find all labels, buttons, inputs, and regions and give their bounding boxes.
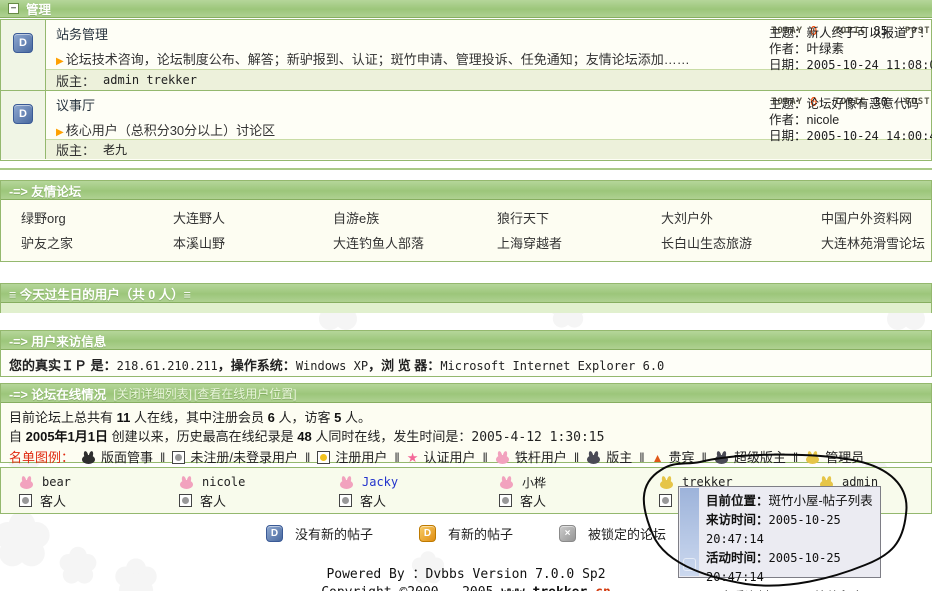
guest-label: 客人 <box>40 491 66 510</box>
last-topic-link[interactable]: 论坛好像有恶意代码 <box>807 97 920 111</box>
category-header-bar: − 管理 <box>0 0 932 18</box>
online-user: nicole 客人 <box>179 473 334 509</box>
friend-forums-section: -=> 友情论坛 绿野org 大连野人 自游e族 狼行天下 大刘户外 中国户外资… <box>0 180 932 262</box>
loyal-user-bunny-icon <box>495 451 510 464</box>
locked-forum-icon: × <box>559 525 576 542</box>
friend-forum-link[interactable]: 本溪山野 <box>173 233 333 252</box>
guest-label: 客人 <box>200 491 226 510</box>
visitor-info-section: -=> 用户来访信息 您的真实ＩＰ 是：218.61.210.211，操作系统：… <box>0 330 932 377</box>
friend-forum-link[interactable]: 长白山生态旅游 <box>661 233 821 252</box>
last-author-link[interactable]: 叶绿素 <box>807 42 845 56</box>
friend-forums-header: -=> 友情论坛 <box>1 181 931 200</box>
arrow-bullet-icon: ▶ <box>56 56 64 67</box>
online-status-header: -=> 论坛在线情况 [关闭详细列表] [查看在线用户位置] <box>1 384 931 403</box>
close-detail-list-link[interactable]: [关闭详细列表] <box>113 385 192 402</box>
vip-triangle-icon: ▲ <box>652 452 664 464</box>
user-hover-tooltip: 目前位置：斑竹小屋-帖子列表 来访时间：2005-10-25 20:47:14 … <box>678 486 881 578</box>
guest-label: 客人 <box>360 491 386 510</box>
admin-bunny-icon <box>805 451 820 464</box>
category-title[interactable]: 管理 <box>26 0 51 18</box>
visitor-ip-line: 您的真实ＩＰ 是：218.61.210.211，操作系统：Windows XP，… <box>1 350 931 374</box>
certified-user-star-icon: ★ <box>407 451 419 464</box>
friend-forum-link[interactable]: 狼行天下 <box>497 208 661 227</box>
unregistered-user-icon <box>172 451 185 464</box>
moderators[interactable]: 老九 <box>103 141 127 158</box>
super-moderator-bunny-icon <box>714 451 729 464</box>
forum-link[interactable]: 议事厅 <box>56 98 95 113</box>
last-post-info: 主题：论坛好像有恶意代码 作者：nicole 日期：2005-10-24 14:… <box>769 96 932 144</box>
user-group-icon <box>499 476 514 489</box>
moderator-bunny-icon <box>586 451 601 464</box>
online-status-section: -=> 论坛在线情况 [关闭详细列表] [查看在线用户位置] 目前论坛上总共有 … <box>0 383 932 463</box>
new-posts-icon: D <box>419 525 436 542</box>
guest-icon <box>19 494 32 507</box>
moderators[interactable]: admin trekker <box>103 73 197 87</box>
online-count-line: 目前论坛上总共有 11 人在线，其中注册会员 6 人，访客 5 人。 <box>9 408 923 427</box>
last-post-info: 主题：新人终于可以报道了！ 作者：叶绿素 日期：2005-10-24 11:08… <box>769 25 932 73</box>
user-name-link[interactable]: nicole <box>202 475 245 489</box>
guest-label: 客人 <box>520 491 546 510</box>
collapse-icon[interactable]: − <box>8 3 19 14</box>
no-new-posts-icon: D <box>13 104 33 124</box>
friend-forum-link[interactable]: 大连林苑滑雪论坛 <box>821 233 931 252</box>
friend-forum-link[interactable]: 自游e族 <box>333 208 497 227</box>
forum-page: − 管理 D 站务管理 ▶论坛技术咨询，论坛制度公布、解答；新驴报到、认证；斑竹… <box>0 0 932 591</box>
registered-user-icon <box>317 451 330 464</box>
divider <box>0 168 932 170</box>
visitor-info-header: -=> 用户来访信息 <box>1 331 931 350</box>
online-user: 小桦 客人 <box>499 473 654 509</box>
guest-icon <box>179 494 192 507</box>
user-name-link[interactable]: bear <box>42 475 71 489</box>
no-new-posts-icon: D <box>266 525 283 542</box>
online-user: Jacky 客人 <box>339 473 494 509</box>
friend-forum-link[interactable]: 上海穿越者 <box>497 233 661 252</box>
board-manager-bunny-icon <box>81 451 96 464</box>
guest-icon <box>499 494 512 507</box>
guest-icon <box>659 494 672 507</box>
friend-forum-link[interactable]: 中国户外资料网 <box>821 208 931 227</box>
user-name-link[interactable]: Jacky <box>362 475 398 489</box>
forum-row-meeting-hall: D 议事厅 ▶核心用户（总积分30分以上）讨论区 版主： 老九 TODAY0 T… <box>1 90 931 159</box>
friend-forum-link[interactable]: 大刘户外 <box>661 208 821 227</box>
forum-row-site-admin: D 站务管理 ▶论坛技术咨询，论坛制度公布、解答；新驴报到、认证；斑竹申请、管理… <box>1 20 931 90</box>
forum-table: D 站务管理 ▶论坛技术咨询，论坛制度公布、解答；新驴报到、认证；斑竹申请、管理… <box>0 19 932 161</box>
friend-forum-link[interactable]: 大连钓鱼人部落 <box>333 233 497 252</box>
friend-forum-link[interactable]: 驴友之家 <box>21 233 173 252</box>
birthday-section: ≡ 今天过生日的用户（共 0 人）≡ <box>0 283 932 313</box>
no-new-posts-icon: D <box>13 33 33 53</box>
user-group-icon <box>179 476 194 489</box>
last-author-link[interactable]: nicole <box>807 113 840 127</box>
birthday-header: ≡ 今天过生日的用户（共 0 人）≡ <box>1 284 931 303</box>
user-group-icon <box>19 476 34 489</box>
online-user: bear 客人 <box>19 473 174 509</box>
user-name-link[interactable]: 小桦 <box>522 474 546 491</box>
arrow-bullet-icon: ▶ <box>56 127 64 138</box>
friend-forum-link[interactable]: 大连野人 <box>173 208 333 227</box>
user-group-icon <box>339 476 354 489</box>
user-group-icon <box>659 476 674 489</box>
view-online-locations-link[interactable]: [查看在线用户位置] <box>194 385 297 402</box>
online-record-line: 自 2005年1月1日 创建以来，历史最高在线纪录是 48 人同时在线，发生时间… <box>9 427 923 447</box>
guest-icon <box>339 494 352 507</box>
user-group-legend: 名单图例： 版面管事 ‖ 未注册/未登录用户 ‖ 注册用户 ‖ ★认证用户 ‖ … <box>9 448 923 467</box>
forum-status-cell: D <box>1 20 46 90</box>
tooltip-logo-icon <box>683 558 696 571</box>
last-topic-link[interactable]: 新人终于可以报道了！ <box>807 26 932 40</box>
forum-status-cell: D <box>1 91 46 159</box>
friend-forum-link[interactable]: 绿野org <box>21 208 173 227</box>
forum-link[interactable]: 站务管理 <box>56 27 108 42</box>
